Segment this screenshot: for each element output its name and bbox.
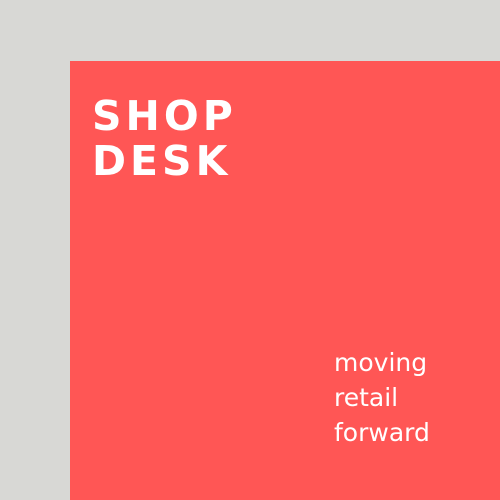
brand-title: SHOP DESK [92,94,237,184]
tagline-line-1: moving [334,348,428,377]
brand-title-line-2: DESK [92,137,232,185]
tagline-line-3: forward [334,418,430,447]
brand-panel: SHOP DESK moving retail forward [70,61,500,500]
brand-title-line-1: SHOP [92,92,237,140]
tagline: moving retail forward [334,345,430,450]
tagline-line-2: retail [334,383,399,412]
